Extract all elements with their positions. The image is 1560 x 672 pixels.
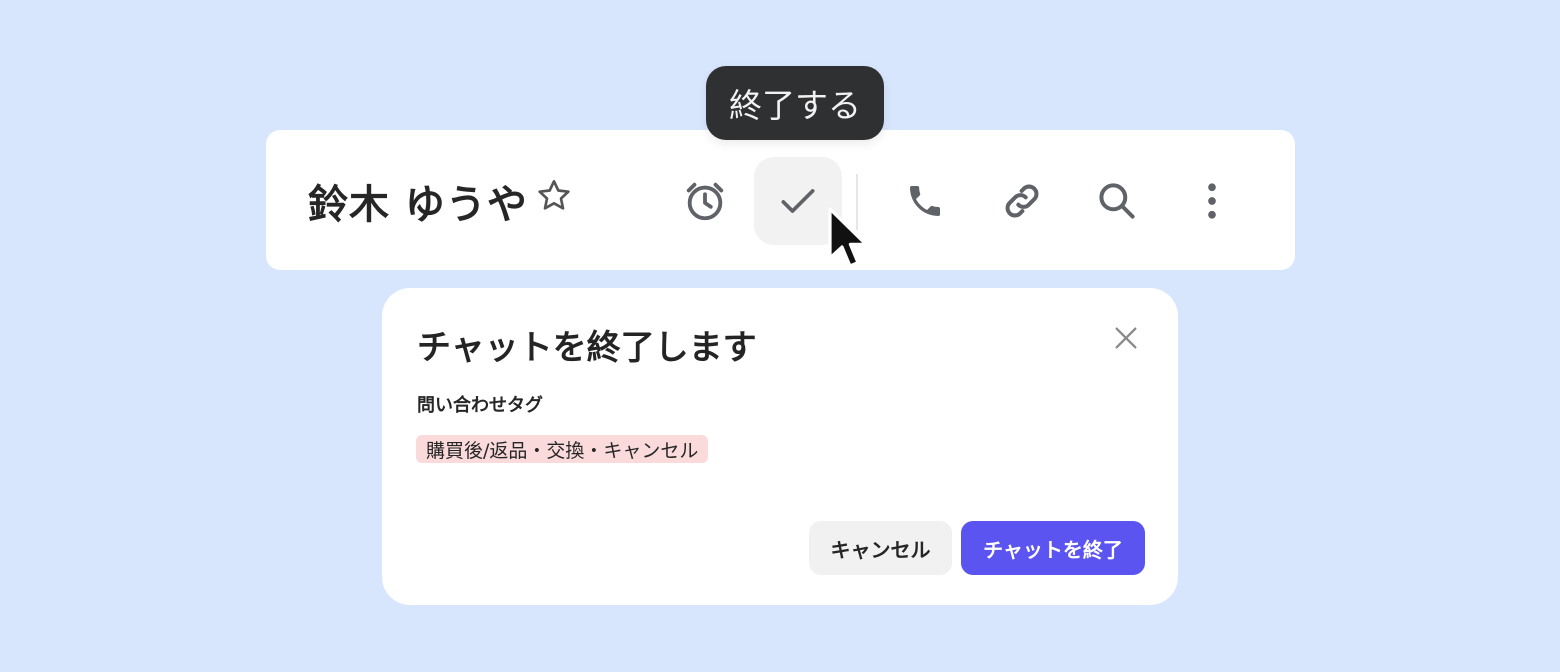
chat-header: 鈴木 ゆうや bbox=[266, 130, 1295, 270]
contact-name: 鈴木 ゆうや bbox=[308, 182, 528, 228]
close-icon bbox=[1115, 327, 1137, 349]
search-button[interactable] bbox=[1073, 157, 1161, 245]
snooze-button[interactable] bbox=[661, 157, 749, 245]
checkmark-icon bbox=[781, 189, 815, 213]
dialog-title: チャットを終了します bbox=[417, 328, 757, 368]
more-button[interactable] bbox=[1168, 157, 1256, 245]
search-icon bbox=[1099, 183, 1135, 219]
tag-label: 問い合わせタグ bbox=[417, 395, 543, 416]
tooltip-text: 終了する bbox=[729, 86, 861, 125]
cancel-button[interactable]: キャンセル bbox=[809, 521, 952, 575]
tag-chip[interactable]: 購買後/返品・交換・キャンセル bbox=[416, 435, 709, 463]
close-button[interactable] bbox=[1108, 320, 1144, 356]
link-icon bbox=[1005, 184, 1039, 218]
star-icon[interactable] bbox=[534, 176, 574, 216]
phone-icon bbox=[910, 186, 940, 216]
call-button[interactable] bbox=[881, 157, 969, 245]
link-button[interactable] bbox=[978, 157, 1066, 245]
end-chat-dialog: チャットを終了します 問い合わせタグ 購買後/返品・交換・キャンセル キャンセル… bbox=[382, 288, 1178, 605]
end-chat-button[interactable]: チャットを終了 bbox=[961, 521, 1145, 575]
alarm-clock-icon bbox=[686, 182, 724, 221]
end-tooltip: 終了する bbox=[706, 66, 884, 140]
more-vertical-icon bbox=[1208, 183, 1216, 219]
mouse-cursor-icon bbox=[826, 206, 874, 276]
tag-chip-label: 購買後/返品・交換・キャンセル bbox=[426, 439, 699, 462]
